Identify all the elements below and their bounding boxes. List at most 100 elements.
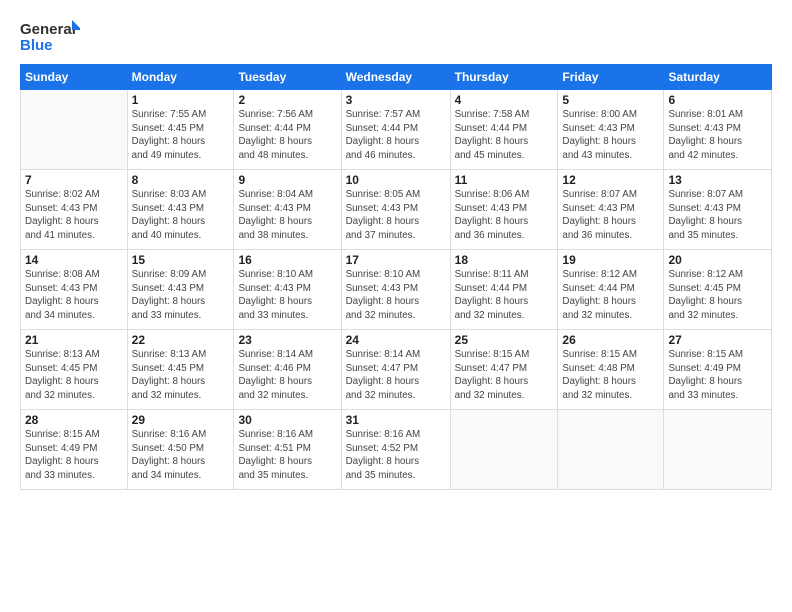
day-number: 2 — [238, 93, 336, 107]
calendar-cell: 6Sunrise: 8:01 AMSunset: 4:43 PMDaylight… — [664, 90, 772, 170]
calendar-week-row: 14Sunrise: 8:08 AMSunset: 4:43 PMDayligh… — [21, 250, 772, 330]
calendar-header-row: SundayMondayTuesdayWednesdayThursdayFrid… — [21, 65, 772, 90]
weekday-header-sunday: Sunday — [21, 65, 128, 90]
calendar-cell: 12Sunrise: 8:07 AMSunset: 4:43 PMDayligh… — [558, 170, 664, 250]
calendar-cell: 29Sunrise: 8:16 AMSunset: 4:50 PMDayligh… — [127, 410, 234, 490]
day-detail: Sunrise: 8:13 AMSunset: 4:45 PMDaylight:… — [132, 348, 230, 403]
day-number: 27 — [668, 333, 767, 347]
day-number: 5 — [562, 93, 659, 107]
calendar-table: SundayMondayTuesdayWednesdayThursdayFrid… — [20, 64, 772, 490]
day-detail: Sunrise: 8:04 AMSunset: 4:43 PMDaylight:… — [238, 188, 336, 243]
day-number: 8 — [132, 173, 230, 187]
day-number: 18 — [455, 253, 554, 267]
day-detail: Sunrise: 8:07 AMSunset: 4:43 PMDaylight:… — [562, 188, 659, 243]
day-number: 26 — [562, 333, 659, 347]
day-detail: Sunrise: 8:13 AMSunset: 4:45 PMDaylight:… — [25, 348, 123, 403]
calendar-cell: 19Sunrise: 8:12 AMSunset: 4:44 PMDayligh… — [558, 250, 664, 330]
calendar-cell: 2Sunrise: 7:56 AMSunset: 4:44 PMDaylight… — [234, 90, 341, 170]
day-detail: Sunrise: 7:56 AMSunset: 4:44 PMDaylight:… — [238, 108, 336, 163]
day-detail: Sunrise: 8:11 AMSunset: 4:44 PMDaylight:… — [455, 268, 554, 323]
day-number: 17 — [346, 253, 446, 267]
calendar-cell: 11Sunrise: 8:06 AMSunset: 4:43 PMDayligh… — [450, 170, 558, 250]
calendar-week-row: 28Sunrise: 8:15 AMSunset: 4:49 PMDayligh… — [21, 410, 772, 490]
calendar-cell: 14Sunrise: 8:08 AMSunset: 4:43 PMDayligh… — [21, 250, 128, 330]
day-detail: Sunrise: 7:58 AMSunset: 4:44 PMDaylight:… — [455, 108, 554, 163]
calendar-cell: 10Sunrise: 8:05 AMSunset: 4:43 PMDayligh… — [341, 170, 450, 250]
day-detail: Sunrise: 8:06 AMSunset: 4:43 PMDaylight:… — [455, 188, 554, 243]
header: General Blue — [20, 18, 772, 54]
calendar-cell — [21, 90, 128, 170]
calendar-cell: 21Sunrise: 8:13 AMSunset: 4:45 PMDayligh… — [21, 330, 128, 410]
calendar-cell: 27Sunrise: 8:15 AMSunset: 4:49 PMDayligh… — [664, 330, 772, 410]
day-number: 12 — [562, 173, 659, 187]
svg-text:Blue: Blue — [20, 37, 53, 54]
weekday-header-monday: Monday — [127, 65, 234, 90]
day-detail: Sunrise: 8:12 AMSunset: 4:45 PMDaylight:… — [668, 268, 767, 323]
day-detail: Sunrise: 8:08 AMSunset: 4:43 PMDaylight:… — [25, 268, 123, 323]
calendar-cell: 25Sunrise: 8:15 AMSunset: 4:47 PMDayligh… — [450, 330, 558, 410]
day-number: 16 — [238, 253, 336, 267]
day-detail: Sunrise: 8:02 AMSunset: 4:43 PMDaylight:… — [25, 188, 123, 243]
calendar-cell: 23Sunrise: 8:14 AMSunset: 4:46 PMDayligh… — [234, 330, 341, 410]
calendar-cell: 8Sunrise: 8:03 AMSunset: 4:43 PMDaylight… — [127, 170, 234, 250]
calendar-cell — [450, 410, 558, 490]
day-number: 6 — [668, 93, 767, 107]
day-number: 25 — [455, 333, 554, 347]
day-number: 20 — [668, 253, 767, 267]
calendar-cell: 3Sunrise: 7:57 AMSunset: 4:44 PMDaylight… — [341, 90, 450, 170]
calendar-cell: 20Sunrise: 8:12 AMSunset: 4:45 PMDayligh… — [664, 250, 772, 330]
day-number: 31 — [346, 413, 446, 427]
day-number: 19 — [562, 253, 659, 267]
calendar-week-row: 21Sunrise: 8:13 AMSunset: 4:45 PMDayligh… — [21, 330, 772, 410]
calendar-cell: 4Sunrise: 7:58 AMSunset: 4:44 PMDaylight… — [450, 90, 558, 170]
calendar-cell: 28Sunrise: 8:15 AMSunset: 4:49 PMDayligh… — [21, 410, 128, 490]
calendar-cell: 5Sunrise: 8:00 AMSunset: 4:43 PMDaylight… — [558, 90, 664, 170]
day-number: 29 — [132, 413, 230, 427]
weekday-header-wednesday: Wednesday — [341, 65, 450, 90]
day-number: 15 — [132, 253, 230, 267]
day-number: 3 — [346, 93, 446, 107]
calendar-cell: 30Sunrise: 8:16 AMSunset: 4:51 PMDayligh… — [234, 410, 341, 490]
weekday-header-saturday: Saturday — [664, 65, 772, 90]
day-detail: Sunrise: 8:16 AMSunset: 4:52 PMDaylight:… — [346, 428, 446, 483]
day-number: 24 — [346, 333, 446, 347]
calendar-cell — [664, 410, 772, 490]
day-number: 9 — [238, 173, 336, 187]
calendar-cell: 1Sunrise: 7:55 AMSunset: 4:45 PMDaylight… — [127, 90, 234, 170]
calendar-cell: 17Sunrise: 8:10 AMSunset: 4:43 PMDayligh… — [341, 250, 450, 330]
day-detail: Sunrise: 8:15 AMSunset: 4:49 PMDaylight:… — [25, 428, 123, 483]
day-detail: Sunrise: 8:14 AMSunset: 4:46 PMDaylight:… — [238, 348, 336, 403]
day-detail: Sunrise: 8:12 AMSunset: 4:44 PMDaylight:… — [562, 268, 659, 323]
day-number: 11 — [455, 173, 554, 187]
day-number: 21 — [25, 333, 123, 347]
calendar-cell: 13Sunrise: 8:07 AMSunset: 4:43 PMDayligh… — [664, 170, 772, 250]
calendar-cell: 24Sunrise: 8:14 AMSunset: 4:47 PMDayligh… — [341, 330, 450, 410]
day-detail: Sunrise: 8:07 AMSunset: 4:43 PMDaylight:… — [668, 188, 767, 243]
day-detail: Sunrise: 8:00 AMSunset: 4:43 PMDaylight:… — [562, 108, 659, 163]
day-detail: Sunrise: 8:15 AMSunset: 4:49 PMDaylight:… — [668, 348, 767, 403]
calendar-body: 1Sunrise: 7:55 AMSunset: 4:45 PMDaylight… — [21, 90, 772, 490]
day-detail: Sunrise: 8:15 AMSunset: 4:47 PMDaylight:… — [455, 348, 554, 403]
day-number: 28 — [25, 413, 123, 427]
logo-svg: General Blue — [20, 18, 80, 54]
calendar-cell: 15Sunrise: 8:09 AMSunset: 4:43 PMDayligh… — [127, 250, 234, 330]
logo: General Blue — [20, 18, 80, 54]
day-detail: Sunrise: 7:57 AMSunset: 4:44 PMDaylight:… — [346, 108, 446, 163]
day-detail: Sunrise: 8:16 AMSunset: 4:51 PMDaylight:… — [238, 428, 336, 483]
day-detail: Sunrise: 8:10 AMSunset: 4:43 PMDaylight:… — [346, 268, 446, 323]
day-detail: Sunrise: 8:10 AMSunset: 4:43 PMDaylight:… — [238, 268, 336, 323]
day-detail: Sunrise: 7:55 AMSunset: 4:45 PMDaylight:… — [132, 108, 230, 163]
day-detail: Sunrise: 8:01 AMSunset: 4:43 PMDaylight:… — [668, 108, 767, 163]
calendar-cell: 26Sunrise: 8:15 AMSunset: 4:48 PMDayligh… — [558, 330, 664, 410]
day-number: 14 — [25, 253, 123, 267]
weekday-header-friday: Friday — [558, 65, 664, 90]
day-detail: Sunrise: 8:15 AMSunset: 4:48 PMDaylight:… — [562, 348, 659, 403]
day-detail: Sunrise: 8:03 AMSunset: 4:43 PMDaylight:… — [132, 188, 230, 243]
calendar-cell: 16Sunrise: 8:10 AMSunset: 4:43 PMDayligh… — [234, 250, 341, 330]
day-number: 10 — [346, 173, 446, 187]
calendar-cell: 9Sunrise: 8:04 AMSunset: 4:43 PMDaylight… — [234, 170, 341, 250]
svg-text:General: General — [20, 21, 76, 38]
day-detail: Sunrise: 8:16 AMSunset: 4:50 PMDaylight:… — [132, 428, 230, 483]
day-number: 13 — [668, 173, 767, 187]
calendar-cell: 22Sunrise: 8:13 AMSunset: 4:45 PMDayligh… — [127, 330, 234, 410]
